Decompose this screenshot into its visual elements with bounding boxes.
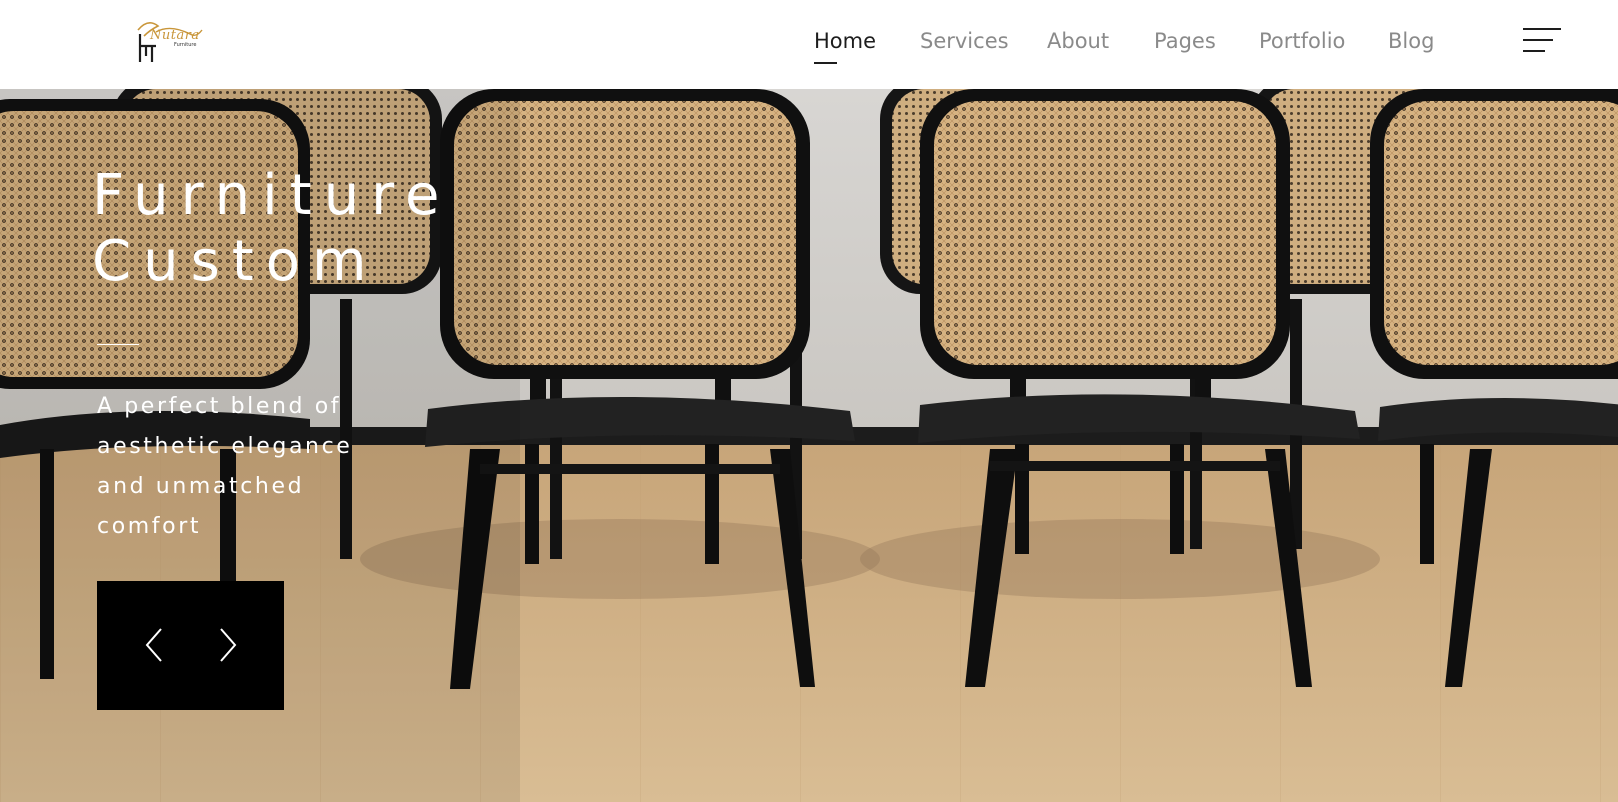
hero-slider: Furniture Custom A perfect blend of aest… [0, 89, 1618, 802]
hero-title: Furniture Custom [92, 163, 612, 295]
hero-description: A perfect blend of aesthetic elegance an… [97, 387, 387, 547]
main-nav: Home Services About Pages Portfolio Blog [0, 0, 1618, 89]
active-indicator [814, 62, 837, 64]
nav-item-label: Home [814, 29, 877, 53]
chevron-right-icon [220, 628, 237, 662]
nav-item-home[interactable]: Home [814, 26, 877, 64]
nav-item-pages[interactable]: Pages [1154, 26, 1216, 56]
nav-item-label: Pages [1154, 29, 1216, 53]
nav-item-portfolio[interactable]: Portfolio [1259, 26, 1345, 56]
nav-item-label: Services [920, 29, 1009, 53]
hero-description-line: aesthetic elegance [97, 434, 353, 459]
prev-slide-button[interactable] [137, 625, 173, 665]
hero-description-line: A perfect blend of [97, 394, 342, 419]
site-header: Nutara Furniture Home Services About Pag… [0, 0, 1618, 89]
hero-title-line-1: Furniture [92, 163, 452, 228]
nav-item-blog[interactable]: Blog [1388, 26, 1434, 56]
nav-item-about[interactable]: About [1047, 26, 1109, 56]
slider-controls [97, 581, 284, 710]
chevron-left-icon [145, 628, 162, 662]
nav-item-label: Blog [1388, 29, 1435, 53]
nav-item-services[interactable]: Services [920, 26, 1009, 56]
nav-item-label: Portfolio [1259, 29, 1346, 53]
hero-title-line-2: Custom [92, 229, 379, 294]
hero-description-line: and unmatched [97, 474, 305, 499]
hamburger-menu-icon[interactable] [1523, 26, 1561, 54]
next-slide-button[interactable] [209, 625, 245, 665]
hero-description-line: comfort [97, 514, 202, 539]
hero-divider [97, 344, 139, 345]
nav-item-label: About [1047, 29, 1110, 53]
